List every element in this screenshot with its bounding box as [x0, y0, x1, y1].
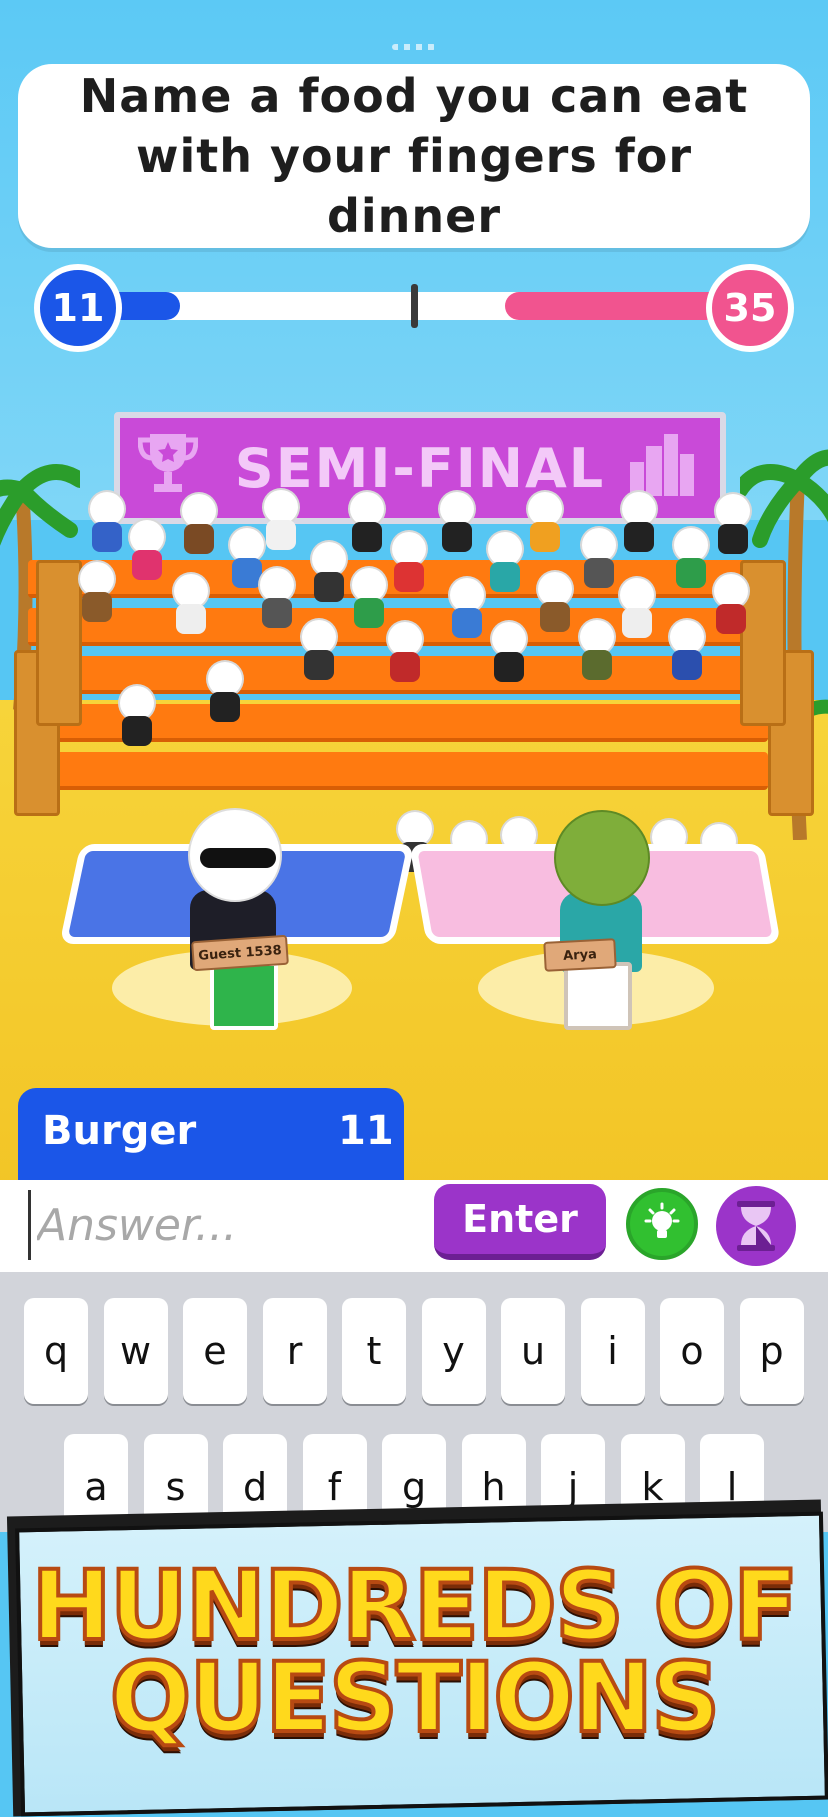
- lectern-right: [564, 962, 632, 1030]
- player-right-nameplate: Arya: [543, 938, 617, 972]
- key-t[interactable]: t: [342, 1298, 406, 1404]
- key-i[interactable]: i: [580, 1298, 645, 1404]
- lightbulb-icon: [644, 1202, 680, 1238]
- promo-line-2: QUESTIONS: [108, 1640, 723, 1756]
- city-icon: [630, 434, 694, 496]
- enter-button[interactable]: Enter: [434, 1184, 606, 1260]
- key-r[interactable]: r: [262, 1298, 327, 1404]
- score-bar-midline: [411, 284, 418, 328]
- key-o[interactable]: o: [660, 1298, 724, 1404]
- hint-button[interactable]: [626, 1188, 698, 1260]
- key-p[interactable]: p: [739, 1298, 804, 1404]
- trophy-icon: [138, 434, 198, 492]
- question-text: Name a food you can eat with your finger…: [79, 69, 749, 243]
- key-u[interactable]: u: [501, 1298, 565, 1404]
- score-left: 11: [34, 264, 122, 352]
- key-q[interactable]: q: [24, 1298, 88, 1404]
- last-answer-word: Burger: [42, 1108, 197, 1154]
- key-y[interactable]: y: [421, 1298, 486, 1404]
- score-right: 35: [706, 264, 794, 352]
- player-right-avatar: [554, 810, 650, 906]
- key-e[interactable]: e: [183, 1298, 247, 1404]
- time-button[interactable]: [716, 1186, 796, 1266]
- hourglass-icon: [737, 1201, 775, 1251]
- key-w[interactable]: w: [103, 1298, 168, 1404]
- sunglasses-icon: [200, 848, 276, 868]
- answer-input[interactable]: [28, 1190, 437, 1260]
- last-answer-count: 11: [338, 1108, 394, 1154]
- sheet-grabber: [392, 44, 436, 50]
- lectern-left: [210, 962, 278, 1030]
- question-card: Name a food you can eat with your finger…: [18, 64, 810, 248]
